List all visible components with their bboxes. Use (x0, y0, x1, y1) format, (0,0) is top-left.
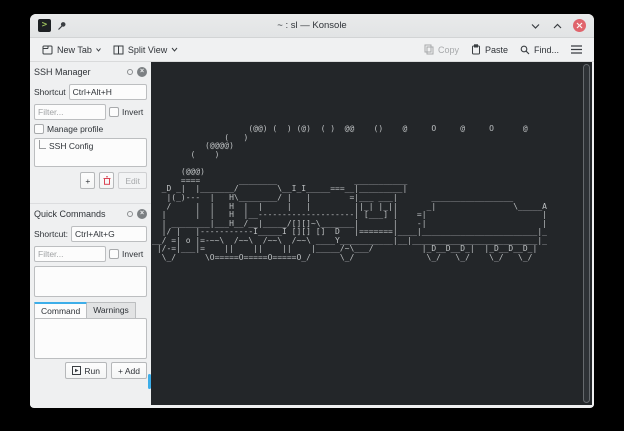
quick-commands-list[interactable] (34, 266, 147, 297)
copy-icon (424, 44, 434, 55)
trash-icon (103, 176, 111, 185)
float-panel-icon[interactable] (127, 211, 133, 217)
tab-command[interactable]: Command (34, 302, 87, 319)
paste-icon (471, 44, 481, 55)
quick-commands-header[interactable]: Quick Commands × (34, 205, 147, 222)
shortcut-label: Shortcut: (34, 229, 68, 239)
hamburger-icon (571, 45, 582, 54)
qc-tab-bar: Command Warnings (34, 302, 147, 319)
sl-train-ascii-art: (@@) ( ) (@) ( ) @@ () @ O @ O @ ( ) (@@… (151, 62, 592, 263)
qc-shortcut-input[interactable] (71, 226, 147, 242)
float-panel-icon[interactable] (127, 69, 133, 75)
panel-title: SSH Manager (34, 67, 123, 77)
ssh-manager-header[interactable]: SSH Manager × (34, 63, 147, 80)
split-view-icon (113, 45, 124, 55)
delete-ssh-entry-button[interactable] (99, 172, 114, 189)
search-icon (520, 45, 530, 55)
add-command-button[interactable]: + Add (111, 362, 147, 379)
copy-button[interactable]: Copy (420, 41, 463, 58)
invert-label: Invert (122, 249, 143, 259)
konsole-window: > ~ : sl — Konsole New Tab (30, 14, 594, 408)
manage-profile-checkbox[interactable] (34, 124, 44, 134)
ssh-filter-input[interactable] (34, 104, 106, 120)
manage-profile-label: Manage profile (47, 124, 103, 134)
command-editor[interactable] (34, 318, 147, 359)
qc-filter-input[interactable] (34, 246, 106, 262)
close-panel-icon[interactable]: × (137, 209, 147, 219)
shortcut-label: Shortcut (34, 87, 66, 97)
add-ssh-entry-button[interactable]: + (80, 172, 95, 189)
minimize-button[interactable] (529, 19, 542, 32)
window-title: ~ : sl — Konsole (30, 20, 594, 31)
quick-commands-panel: Quick Commands × Shortcut: Invert Comman… (30, 203, 151, 405)
panel-title: Quick Commands (34, 209, 123, 219)
konsole-app-icon: > (38, 19, 51, 32)
find-button[interactable]: Find... (516, 42, 563, 58)
maximize-button[interactable] (551, 19, 564, 32)
tree-branch-icon (39, 140, 46, 149)
invert-checkbox[interactable] (109, 107, 119, 117)
titlebar[interactable]: > ~ : sl — Konsole (30, 14, 594, 38)
paste-button[interactable]: Paste (467, 41, 512, 58)
plugin-sidebar: SSH Manager × Shortcut Invert Manage pro… (30, 62, 151, 405)
invert-checkbox[interactable] (109, 249, 119, 259)
terminal-scrollbar[interactable] (583, 64, 590, 403)
run-icon (72, 366, 81, 375)
chevron-down-icon (96, 48, 101, 52)
chevron-down-icon (171, 47, 178, 52)
pin-icon[interactable] (57, 21, 67, 31)
split-view-button[interactable]: Split View (109, 42, 182, 58)
close-button[interactable] (573, 19, 586, 32)
new-tab-icon (42, 44, 53, 55)
invert-label: Invert (122, 107, 143, 117)
tree-item-ssh-config[interactable]: SSH Config (38, 141, 143, 151)
ssh-config-tree[interactable]: SSH Config (34, 138, 147, 167)
edit-ssh-entry-button[interactable]: Edit (118, 172, 147, 189)
terminal-display[interactable]: (@@) ( ) (@) ( ) @@ () @ O @ O @ ( ) (@@… (151, 62, 592, 405)
terminal-scrollbar-thumb[interactable] (583, 64, 590, 403)
new-tab-button[interactable]: New Tab (38, 41, 105, 58)
ssh-shortcut-input[interactable] (69, 84, 147, 100)
ssh-manager-panel: SSH Manager × Shortcut Invert Manage pro… (30, 62, 151, 203)
tab-warnings[interactable]: Warnings (87, 302, 136, 319)
run-button[interactable]: Run (65, 362, 107, 379)
toolbar: New Tab Split View Copy Paste (30, 38, 594, 62)
hamburger-menu-button[interactable] (567, 42, 586, 57)
close-panel-icon[interactable]: × (137, 67, 147, 77)
